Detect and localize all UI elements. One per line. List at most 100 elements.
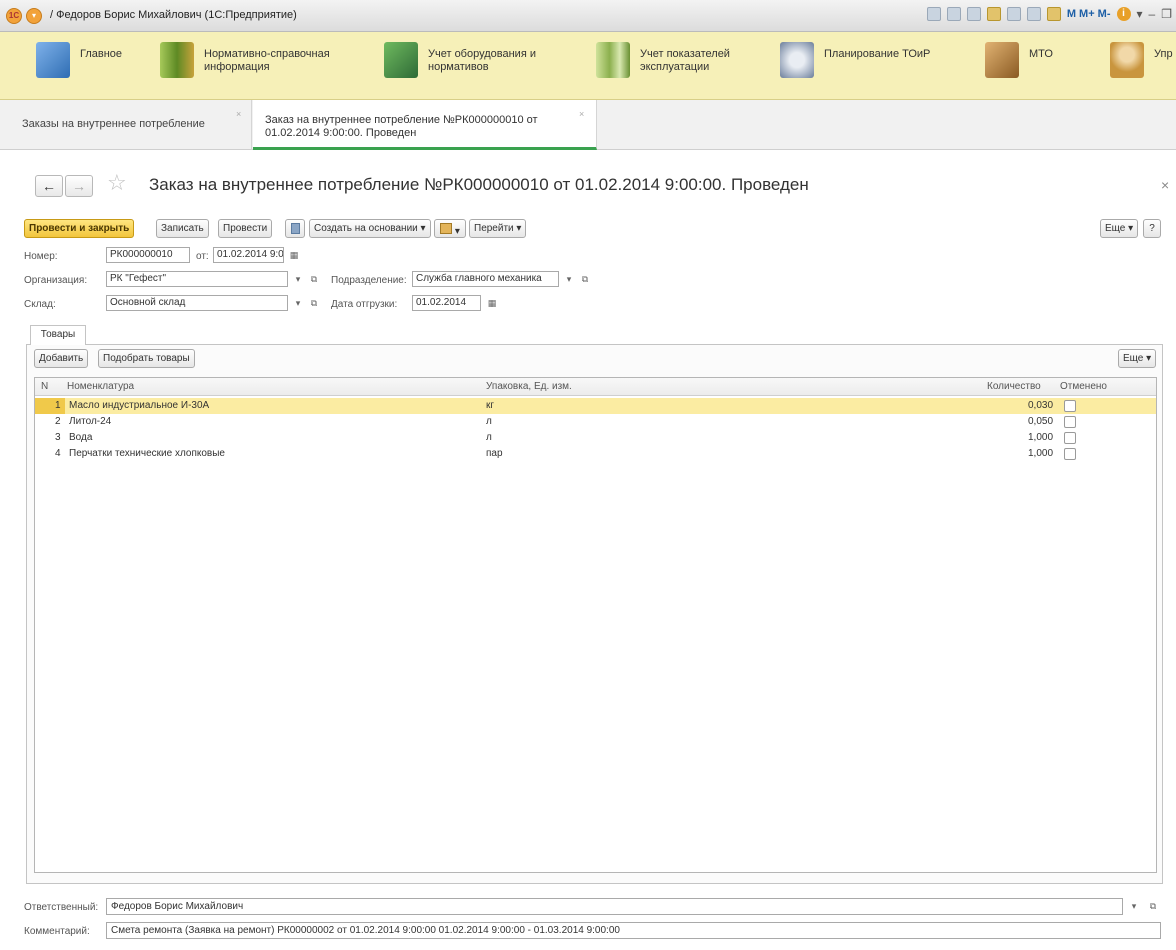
open-icon[interactable]: ⧉ (1146, 898, 1160, 914)
row-unit[interactable]: пар (486, 446, 503, 462)
create-based-on-button[interactable]: Создать на основании ▾ (309, 219, 431, 238)
date-field[interactable]: 01.02.2014 9:00:0( (213, 247, 284, 263)
open-icon[interactable]: ⧉ (578, 271, 592, 287)
add-row-button[interactable]: Добавить (34, 349, 89, 368)
row-unit[interactable]: л (486, 430, 492, 446)
chart-bars-icon (596, 42, 630, 78)
go-to-button[interactable]: Перейти ▾ (469, 219, 527, 238)
minimize-icon[interactable]: – (1149, 7, 1156, 21)
table-row[interactable]: 1 Масло индустриальное И-30А кг 0,030 (35, 398, 1156, 414)
back-button[interactable]: ← (35, 175, 63, 197)
column-cancelled[interactable]: Отменено (1060, 379, 1107, 395)
dropdown-icon[interactable]: ▾ (291, 295, 305, 311)
dropdown-icon[interactable]: ▾ (1127, 898, 1141, 914)
table-row[interactable]: 2 Литол-24 л 0,050 (35, 414, 1156, 430)
open-icon[interactable]: ⧉ (307, 295, 321, 311)
warehouse-label: Склад: (24, 299, 56, 310)
section-equipment[interactable]: Учет оборудования и нормативов (384, 42, 558, 78)
open-icon[interactable]: ⧉ (307, 271, 321, 287)
tab-order-document[interactable]: Заказ на внутреннее потребление №РК00000… (253, 100, 597, 150)
memory-buttons[interactable]: M M+ M- (1067, 8, 1111, 20)
close-tab-icon[interactable]: × (236, 108, 241, 121)
table-row[interactable]: 4 Перчатки технические хлопковые пар 1,0… (35, 446, 1156, 462)
restore-icon[interactable]: ❐ (1161, 7, 1172, 21)
pick-goods-button[interactable]: Подобрать товары (98, 349, 195, 368)
row-quantity[interactable]: 0,050 (1028, 414, 1053, 430)
post-button[interactable]: Провести (218, 219, 273, 238)
more-button[interactable]: Еще ▾ (1100, 219, 1139, 238)
number-label: Номер: (24, 251, 58, 262)
print-icon (440, 223, 453, 234)
document-icon (290, 223, 300, 234)
section-planning[interactable]: Планирование ТОиР (780, 42, 954, 78)
row-unit[interactable]: л (486, 414, 492, 430)
dropdown-icon[interactable]: ▾ (1137, 7, 1143, 21)
calculator-icon[interactable] (1046, 7, 1061, 21)
calendar-icon[interactable] (1026, 7, 1041, 21)
ship-date-field[interactable]: 01.02.2014 (412, 295, 481, 311)
comment-label: Комментарий: (24, 926, 90, 937)
date-label: от: (196, 251, 209, 262)
equipment-icon (384, 42, 418, 78)
main-section-icon (36, 42, 70, 78)
cancelled-checkbox[interactable] (1064, 400, 1076, 412)
row-quantity[interactable]: 1,000 (1028, 430, 1053, 446)
dropdown-icon[interactable]: ▾ (562, 271, 576, 287)
row-number: 2 (55, 416, 61, 427)
person-icon (1110, 42, 1144, 78)
row-number: 1 (55, 400, 61, 411)
row-item[interactable]: Масло индустриальное И-30А (69, 398, 209, 414)
section-indicators[interactable]: Учет показателей эксплуатации (596, 42, 770, 78)
row-item[interactable]: Литол-24 (69, 414, 111, 430)
number-field[interactable]: РК000000010 (106, 247, 190, 263)
section-reference[interactable]: Нормативно-справочная информация (160, 42, 344, 78)
tab-goods[interactable]: Товары (30, 325, 86, 345)
info-icon[interactable]: i (1116, 7, 1131, 21)
forward-button[interactable]: → (65, 175, 93, 197)
print-button[interactable]: ▾ (434, 219, 466, 238)
preview-icon[interactable] (946, 7, 961, 21)
organization-field[interactable]: РК "Гефест" (106, 271, 288, 287)
favorites-icon[interactable] (986, 7, 1001, 21)
close-form-icon[interactable]: × (1161, 177, 1169, 193)
dropdown-icon[interactable]: ▾ (291, 271, 305, 287)
table-row[interactable]: 3 Вода л 1,000 (35, 430, 1156, 446)
cancelled-checkbox[interactable] (1064, 448, 1076, 460)
print-icon[interactable] (926, 7, 941, 21)
goods-table[interactable]: N Номенклатура Упаковка, Ед. изм. Количе… (34, 377, 1157, 873)
comment-field[interactable]: Смета ремонта (Заявка на ремонт) РК00000… (106, 922, 1161, 939)
row-item[interactable]: Перчатки технические хлопковые (69, 446, 225, 462)
close-tab-icon[interactable]: × (579, 108, 584, 121)
goods-more-button[interactable]: Еще ▾ (1118, 349, 1157, 368)
find-icon[interactable] (966, 7, 981, 21)
column-quantity[interactable]: Количество (987, 379, 1041, 395)
post-and-close-button[interactable]: Провести и закрыть (24, 219, 135, 238)
column-item[interactable]: Номенклатура (67, 379, 134, 395)
history-icon[interactable] (1006, 7, 1021, 21)
cancelled-checkbox[interactable] (1064, 416, 1076, 428)
section-main[interactable]: Главное (36, 42, 122, 78)
warehouse-field[interactable]: Основной склад (106, 295, 288, 311)
column-unit[interactable]: Упаковка, Ед. изм. (486, 379, 572, 395)
main-menu-button[interactable]: ▾ (26, 8, 42, 24)
window-title: / Федоров Борис Михайлович (1С:Предприят… (50, 9, 297, 21)
table-header: N Номенклатура Упаковка, Ед. изм. Количе… (35, 378, 1156, 396)
section-mto[interactable]: МТО (985, 42, 1053, 78)
row-unit[interactable]: кг (486, 398, 494, 414)
row-item[interactable]: Вода (69, 430, 92, 446)
department-field[interactable]: Служба главного механика (412, 271, 559, 287)
document-structure-button[interactable] (285, 219, 305, 238)
help-button[interactable]: ? (1143, 219, 1161, 238)
tab-orders-list[interactable]: Заказы на внутреннее потребление × (0, 100, 252, 150)
save-button[interactable]: Записать (156, 219, 209, 238)
row-quantity[interactable]: 0,030 (1028, 398, 1053, 414)
cancelled-checkbox[interactable] (1064, 432, 1076, 444)
responsible-field[interactable]: Федоров Борис Михайлович (106, 898, 1123, 915)
favorite-star-icon[interactable]: ☆ (107, 170, 127, 196)
column-n[interactable]: N (41, 379, 48, 395)
calendar-icon[interactable]: ▦ (287, 247, 301, 263)
calendar-icon[interactable]: ▦ (485, 295, 499, 311)
row-quantity[interactable]: 1,000 (1028, 446, 1053, 462)
row-number: 4 (55, 448, 61, 459)
section-management[interactable]: Упр (1110, 42, 1173, 78)
